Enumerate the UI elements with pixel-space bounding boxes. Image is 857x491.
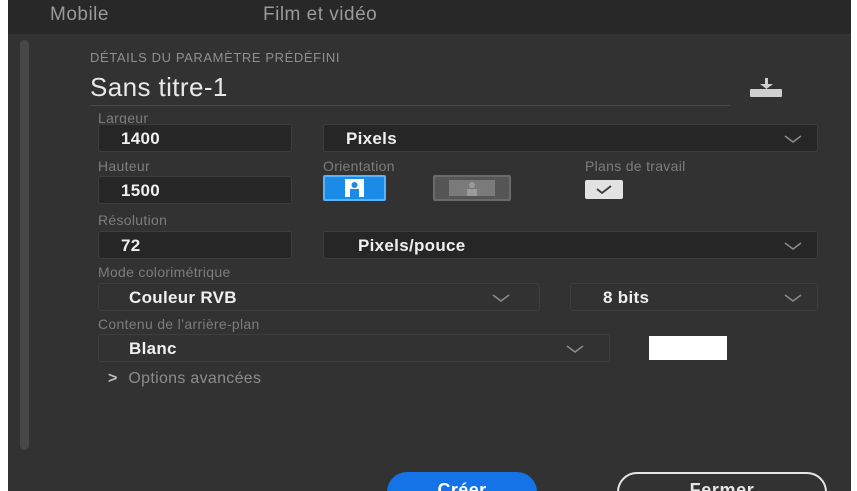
advanced-options-label: Options avancées (128, 370, 262, 387)
new-document-panel: Mobile Film et vidéo DÉTAILS DU PARAMÈTR… (8, 0, 851, 491)
tab-mobile[interactable]: Mobile (50, 4, 109, 26)
section-title: DÉTAILS DU PARAMÈTRE PRÉDÉFINI (90, 50, 341, 65)
orientation-label: Orientation (323, 158, 395, 174)
bit-depth-select[interactable]: 8 bits (570, 283, 818, 311)
save-preset-icon[interactable] (749, 78, 783, 98)
resolution-unit-value: Pixels/pouce (358, 236, 466, 255)
checkmark-icon (596, 185, 612, 195)
color-mode-label: Mode colorimétrique (98, 264, 231, 280)
color-mode-value: Couleur RVB (129, 288, 237, 307)
chevron-down-icon (566, 345, 584, 353)
tab-film-video[interactable]: Film et vidéo (263, 4, 377, 26)
close-button[interactable]: Fermer (617, 472, 827, 491)
orientation-landscape-button[interactable] (433, 175, 511, 201)
resolution-unit-select[interactable]: Pixels/pouce (323, 231, 818, 259)
chevron-right-icon: > (108, 370, 118, 387)
color-mode-select[interactable]: Couleur RVB (98, 283, 540, 311)
orientation-portrait-button[interactable] (323, 175, 386, 201)
create-button[interactable]: Créer (387, 472, 537, 491)
width-input[interactable]: 1400 (98, 124, 292, 152)
advanced-options-toggle[interactable]: > Options avancées (108, 370, 261, 388)
background-label: Contenu de l’arrière-plan (98, 316, 260, 332)
width-unit-select[interactable]: Pixels (323, 124, 818, 152)
chevron-down-icon (784, 294, 802, 302)
background-select[interactable]: Blanc (98, 334, 610, 362)
preset-tabs: Mobile Film et vidéo (8, 0, 851, 34)
resolution-label: Résolution (98, 212, 168, 228)
width-unit-value: Pixels (346, 129, 397, 148)
chevron-down-icon (492, 294, 510, 302)
background-value: Blanc (129, 339, 177, 358)
chevron-down-icon (784, 135, 802, 143)
resolution-input[interactable]: 72 (98, 231, 292, 259)
scrollbar[interactable] (20, 40, 29, 450)
chevron-down-icon (784, 242, 802, 250)
document-name-field[interactable]: Sans titre-1 (90, 72, 730, 106)
artboards-label: Plans de travail (585, 158, 686, 174)
height-input[interactable]: 1500 (98, 176, 292, 204)
artboards-checkbox[interactable] (585, 180, 623, 199)
background-color-swatch[interactable] (649, 336, 727, 360)
bit-depth-value: 8 bits (603, 288, 650, 307)
height-label: Hauteur (98, 158, 150, 174)
landscape-icon (449, 180, 495, 196)
portrait-icon (345, 179, 364, 197)
